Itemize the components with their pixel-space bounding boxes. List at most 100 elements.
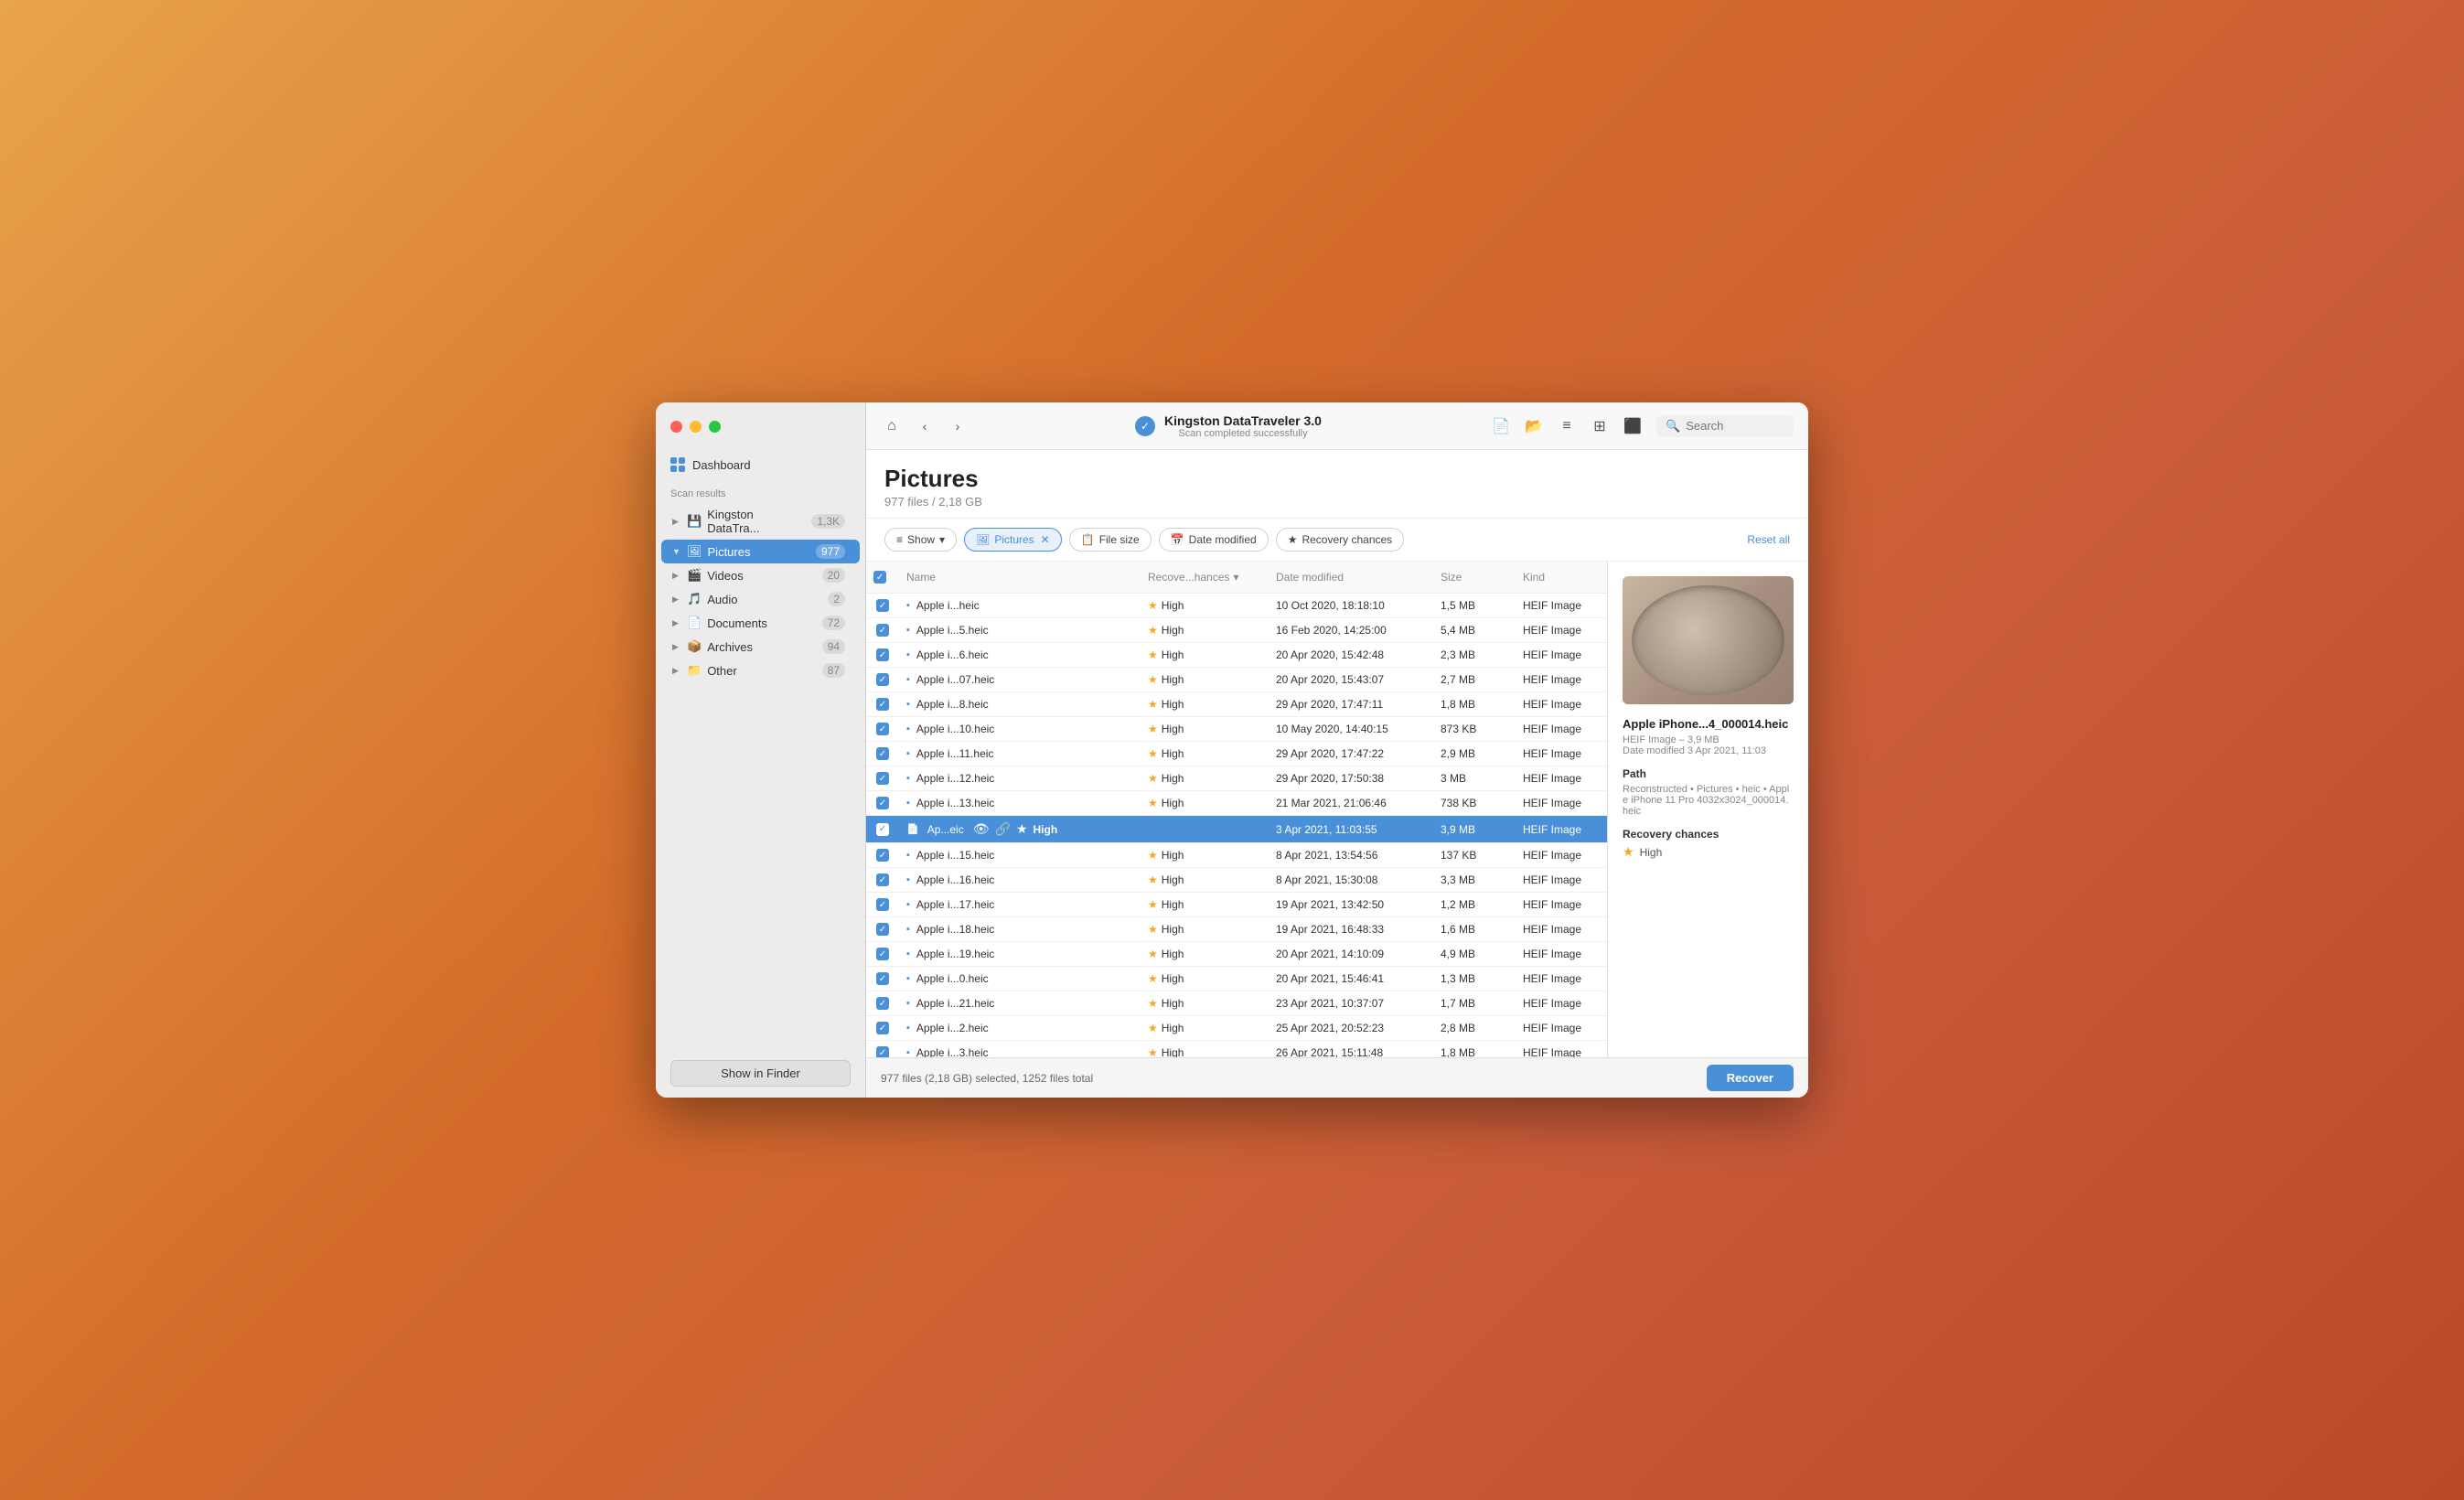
table-row[interactable]: ✓ ▪Apple i...11.heic ★ High 29 Apr 2020,… xyxy=(866,742,1607,766)
recovery-chances-filter-button[interactable]: ★ Recovery chances xyxy=(1276,528,1404,552)
table-row[interactable]: ✓ ▪Apple i...10.heic ★ High 10 May 2020,… xyxy=(866,717,1607,742)
table-row[interactable]: ✓ ▪Apple i...17.heic ★ High 19 Apr 2021,… xyxy=(866,893,1607,917)
show-label: Show xyxy=(907,533,935,546)
row-date: 29 Apr 2020, 17:47:22 xyxy=(1269,742,1433,766)
table-row[interactable]: ✓ ▪Apple i...3.heic ★ High 26 Apr 2021, … xyxy=(866,1041,1607,1057)
row-checkbox[interactable]: ✓ xyxy=(866,692,899,716)
grid-view-button[interactable]: ⊞ xyxy=(1587,413,1612,439)
table-row[interactable]: ✓ ▪Apple i...2.heic ★ High 25 Apr 2021, … xyxy=(866,1016,1607,1041)
sidebar-item-kingston[interactable]: ▶ 💾 Kingston DataTra... 1,3K xyxy=(661,503,860,540)
row-name: ▪Apple i...8.heic xyxy=(899,692,1141,716)
table-row[interactable]: ✓ ▪Apple i...21.heic ★ High 23 Apr 2021,… xyxy=(866,991,1607,1016)
dashboard-section: Dashboard xyxy=(656,450,865,483)
forward-button[interactable]: › xyxy=(947,415,969,437)
sidebar-item-archives[interactable]: ▶ 📦 Archives 94 xyxy=(661,635,860,659)
home-button[interactable]: ⌂ xyxy=(881,415,903,437)
sidebar-item-other[interactable]: ▶ 📁 Other 87 xyxy=(661,659,860,682)
dashboard-button[interactable]: Dashboard xyxy=(670,457,851,472)
row-size: 1,3 MB xyxy=(1433,967,1516,991)
row-checkbox[interactable]: ✓ xyxy=(866,868,899,892)
list-view-button[interactable]: ≡ xyxy=(1554,413,1580,439)
table-row[interactable]: ✓ ▪Apple i...13.heic ★ High 21 Mar 2021,… xyxy=(866,791,1607,816)
row-checkbox[interactable]: ✓ xyxy=(866,791,899,815)
search-box: 🔍 xyxy=(1656,415,1794,437)
table-row[interactable]: ✓ ▪Apple i...0.heic ★ High 20 Apr 2021, … xyxy=(866,967,1607,991)
panel-toggle-button[interactable]: ⬛ xyxy=(1620,413,1645,439)
sidebar-item-audio[interactable]: ▶ 🎵 Audio 2 xyxy=(661,587,860,611)
table-row[interactable]: ✓ ▪Apple i...16.heic ★ High 8 Apr 2021, … xyxy=(866,868,1607,893)
pictures-filter-button[interactable]: 🖼 Pictures ✕ xyxy=(964,528,1062,552)
row-checkbox[interactable]: ✓ xyxy=(866,843,899,867)
date-modified-filter-button[interactable]: 📅 Date modified xyxy=(1159,528,1269,552)
row-name: ▪Apple i...10.heic xyxy=(899,717,1141,741)
row-checkbox[interactable]: ✓ xyxy=(866,1016,899,1040)
sidebar-item-documents[interactable]: ▶ 📄 Documents 72 xyxy=(661,611,860,635)
remove-pictures-filter-icon[interactable]: ✕ xyxy=(1041,533,1050,546)
row-checkbox[interactable]: ✓ xyxy=(866,668,899,691)
row-recovery: ★ High xyxy=(1141,618,1269,642)
row-name: ▪Apple i...6.heic xyxy=(899,643,1141,667)
page-subtitle: 977 files / 2,18 GB xyxy=(884,495,1790,509)
row-date: 19 Apr 2021, 16:48:33 xyxy=(1269,917,1433,941)
table-row[interactable]: ✓ ▪Apple i...18.heic ★ High 19 Apr 2021,… xyxy=(866,917,1607,942)
sidebar-item-count: 1,3K xyxy=(811,514,845,529)
detail-filename: Apple iPhone...4_000014.heic xyxy=(1623,717,1794,731)
th-size: Size xyxy=(1433,567,1516,587)
table-row[interactable]: ✓ ▪Apple i...07.heic ★ High 20 Apr 2020,… xyxy=(866,668,1607,692)
row-name: ▪Apple i...5.heic xyxy=(899,618,1141,642)
select-all-checkbox[interactable]: ✓ xyxy=(873,571,886,584)
show-in-finder-button[interactable]: Show in Finder xyxy=(670,1060,851,1087)
folder-view-button[interactable]: 📂 xyxy=(1521,413,1547,439)
th-name[interactable]: Name xyxy=(899,567,1141,587)
row-date: 20 Apr 2020, 15:42:48 xyxy=(1269,643,1433,667)
row-size: 873 KB xyxy=(1433,717,1516,741)
show-filter-button[interactable]: ≡ Show ▾ xyxy=(884,528,957,552)
row-checkbox[interactable]: ✓ xyxy=(866,618,899,642)
table-row[interactable]: ✓ ▪Apple i...19.heic ★ High 20 Apr 2021,… xyxy=(866,942,1607,967)
reset-all-button[interactable]: Reset all xyxy=(1747,533,1790,546)
row-checkbox[interactable]: ✓ xyxy=(866,766,899,790)
sidebar-item-pictures[interactable]: ▼ 🖼 Pictures 977 xyxy=(661,540,860,563)
table-row[interactable]: ✓ ▪Apple i...6.heic ★ High 20 Apr 2020, … xyxy=(866,643,1607,668)
file-size-label: File size xyxy=(1099,533,1140,546)
pictures-filter-label: Pictures xyxy=(994,533,1034,546)
row-checkbox[interactable]: ✓ xyxy=(866,942,899,966)
minimize-button[interactable] xyxy=(690,421,702,433)
table-row[interactable]: ✓ ▪Apple i...5.heic ★ High 16 Feb 2020, … xyxy=(866,618,1607,643)
row-checkbox[interactable]: ✓ xyxy=(866,967,899,991)
file-preview xyxy=(1623,576,1794,704)
table-row[interactable]: ✓ ▪Apple i...15.heic ★ High 8 Apr 2021, … xyxy=(866,843,1607,868)
row-checkbox[interactable]: ✓ xyxy=(866,1041,899,1057)
table-row[interactable]: ✓ ▪Apple i...12.heic ★ High 29 Apr 2020,… xyxy=(866,766,1607,791)
row-checkbox[interactable]: ✓ xyxy=(866,643,899,667)
row-name: ▪Apple i...2.heic xyxy=(899,1016,1141,1040)
row-checkbox[interactable]: ✓ xyxy=(866,917,899,941)
recover-button[interactable]: Recover xyxy=(1707,1065,1794,1091)
file-view-button[interactable]: 📄 xyxy=(1488,413,1514,439)
recovery-star-icon: ★ xyxy=(1623,844,1634,860)
table-row-selected[interactable]: ✓ 📄 Ap...eic 👁 🔗 ★ High 3 xyxy=(866,816,1607,843)
table-row[interactable]: ✓ ▪Apple i...8.heic ★ High 29 Apr 2020, … xyxy=(866,692,1607,717)
row-date: 21 Mar 2021, 21:06:46 xyxy=(1269,791,1433,815)
row-checkbox[interactable]: ✓ xyxy=(866,893,899,916)
row-checkbox[interactable]: ✓ xyxy=(866,818,899,841)
detail-meta: HEIF Image – 3,9 MB Date modified 3 Apr … xyxy=(1623,734,1794,756)
maximize-button[interactable] xyxy=(709,421,721,433)
file-size-icon: 📋 xyxy=(1081,533,1095,546)
sidebar-item-label: Archives xyxy=(707,640,816,654)
row-date: 8 Apr 2021, 13:54:56 xyxy=(1269,843,1433,867)
row-checkbox[interactable]: ✓ xyxy=(866,594,899,617)
sidebar-item-videos[interactable]: ▶ 🎬 Videos 20 xyxy=(661,563,860,587)
link-icon: 🔗 xyxy=(995,821,1011,837)
search-input[interactable] xyxy=(1686,419,1784,433)
close-button[interactable] xyxy=(670,421,682,433)
row-checkbox[interactable]: ✓ xyxy=(866,717,899,741)
row-checkbox[interactable]: ✓ xyxy=(866,742,899,766)
file-size-filter-button[interactable]: 📋 File size xyxy=(1069,528,1152,552)
table-area: ✓ Name Recove...hances ▾ Date modified S… xyxy=(866,562,1607,1057)
table-row[interactable]: ✓ ▪Apple i...heic ★ High 10 Oct 2020, 18… xyxy=(866,594,1607,618)
back-button[interactable]: ‹ xyxy=(914,415,936,437)
table-body: ✓ ▪Apple i...heic ★ High 10 Oct 2020, 18… xyxy=(866,594,1607,1057)
row-checkbox[interactable]: ✓ xyxy=(866,991,899,1015)
th-recovery[interactable]: Recove...hances ▾ xyxy=(1141,567,1269,587)
